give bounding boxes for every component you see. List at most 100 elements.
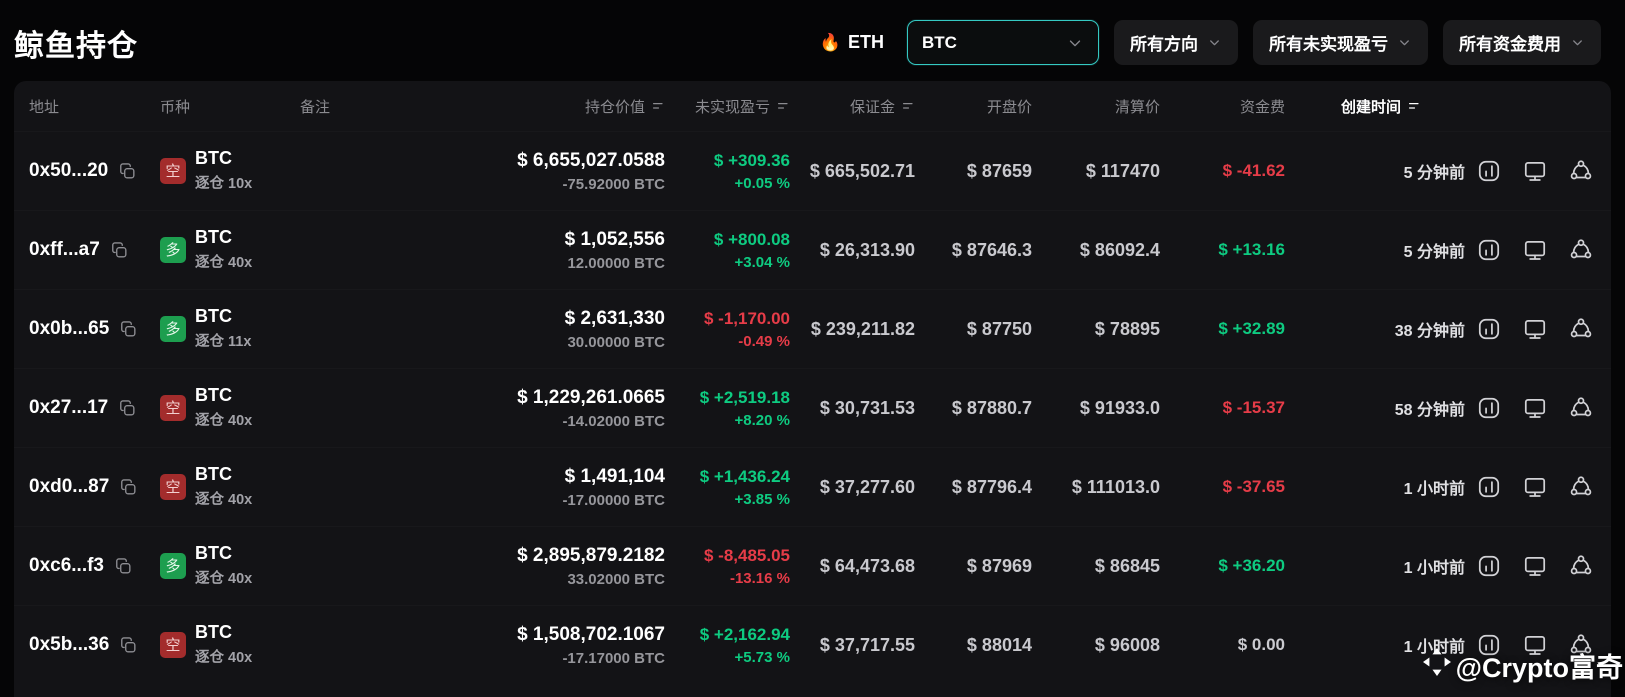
column-header-pnl[interactable]: 未实现盈亏 [665, 96, 790, 117]
open-price: $ 88014 [966, 634, 1032, 655]
unrealized-pnl: $ +2,519.18 [699, 387, 790, 407]
share-network-icon[interactable] [1568, 632, 1594, 658]
monitor-icon[interactable] [1522, 158, 1548, 184]
sort-icon [1408, 102, 1419, 109]
wallet-address[interactable]: 0xd0...87 [29, 476, 109, 498]
wallet-address[interactable]: 0x5b...36 [29, 634, 109, 656]
table-row[interactable]: 0x50...20 空 BTC 逐仓 10x $ 6,655,027.0588 … [14, 131, 1611, 210]
copy-icon[interactable] [118, 162, 137, 181]
copy-icon[interactable] [119, 478, 138, 497]
copy-icon[interactable] [114, 557, 133, 576]
table-row[interactable]: 0xd0...87 空 BTC 逐仓 40x $ 1,491,104 -17.0… [14, 447, 1611, 526]
hot-coin-indicator[interactable]: 🔥 ETH [820, 32, 884, 53]
position-stats-icon[interactable] [1476, 553, 1502, 579]
position-amount: 12.00000 BTC [567, 254, 665, 272]
copy-icon[interactable] [119, 636, 138, 655]
position-side-badge: 多 [160, 236, 186, 263]
sort-icon [652, 102, 663, 109]
funding-filter-button[interactable]: 所有资金费用 [1443, 20, 1601, 65]
monitor-icon[interactable] [1522, 474, 1548, 500]
table-row[interactable]: 0xc6...f3 多 BTC 逐仓 40x $ 2,895,879.2182 … [14, 526, 1611, 605]
position-value: $ 1,052,556 [564, 228, 665, 250]
funding-fee: $ +32.89 [1218, 319, 1285, 338]
liquidation-price: $ 111013.0 [1071, 476, 1160, 497]
copy-icon[interactable] [118, 399, 137, 418]
monitor-icon[interactable] [1522, 632, 1548, 658]
monitor-icon[interactable] [1522, 553, 1548, 579]
table-row[interactable]: 0xff...a7 多 BTC 逐仓 40x $ 1,052,556 12.00… [14, 210, 1611, 289]
monitor-icon[interactable] [1522, 395, 1548, 421]
coin-select[interactable]: BTC [907, 20, 1099, 65]
table-row[interactable]: 0x5b...36 空 BTC 逐仓 40x $ 1,508,702.1067 … [14, 605, 1611, 684]
copy-icon[interactable] [119, 320, 138, 339]
position-side-badge: 多 [160, 552, 186, 579]
unrealized-pnl: $ -8,485.05 [703, 545, 790, 565]
column-header-liq: 清算价 [1114, 98, 1160, 116]
position-value: $ 2,631,330 [564, 307, 665, 329]
position-side-badge: 空 [160, 394, 186, 421]
unrealized-pnl-percent: +3.04 % [734, 253, 790, 271]
coin-name: BTC [195, 622, 232, 643]
direction-filter-button[interactable]: 所有方向 [1114, 20, 1238, 65]
unrealized-pnl: $ +2,162.94 [699, 624, 790, 644]
coin-name: BTC [195, 227, 232, 248]
wallet-address[interactable]: 0x27...17 [29, 397, 108, 419]
column-header-value[interactable]: 持仓价值 [445, 96, 665, 117]
position-side-badge: 空 [160, 631, 186, 658]
funding-fee: $ +36.20 [1218, 556, 1285, 575]
share-network-icon[interactable] [1568, 395, 1594, 421]
pnl-filter-button[interactable]: 所有未实现盈亏 [1253, 20, 1428, 65]
liquidation-price: $ 96008 [1094, 634, 1160, 655]
chevron-down-icon [1570, 35, 1585, 50]
position-side-badge: 空 [160, 473, 186, 500]
share-network-icon[interactable] [1568, 158, 1594, 184]
position-stats-icon[interactable] [1476, 632, 1502, 658]
wallet-address[interactable]: 0xc6...f3 [29, 555, 104, 577]
copy-icon[interactable] [110, 241, 129, 260]
position-stats-icon[interactable] [1476, 316, 1502, 342]
position-value: $ 2,895,879.2182 [517, 544, 665, 566]
direction-filter-label: 所有方向 [1130, 35, 1198, 54]
unrealized-pnl-percent: +5.73 % [734, 648, 790, 666]
share-network-icon[interactable] [1568, 474, 1594, 500]
open-price: $ 87796.4 [951, 476, 1032, 497]
unrealized-pnl-percent: +8.20 % [734, 411, 790, 429]
position-stats-icon[interactable] [1476, 158, 1502, 184]
funding-fee: $ -15.37 [1222, 398, 1285, 417]
table-row[interactable]: 0x0b...65 多 BTC 逐仓 11x $ 2,631,330 30.00… [14, 289, 1611, 368]
margin-mode-leverage: 逐仓 40x [195, 412, 253, 429]
funding-fee: $ -41.62 [1222, 161, 1285, 180]
wallet-address[interactable]: 0x0b...65 [29, 318, 109, 340]
position-amount: -14.02000 BTC [562, 412, 665, 430]
margin-mode-leverage: 逐仓 40x [195, 491, 253, 508]
positions-table: 地址 币种 备注 持仓价值 未实现盈亏 保证金 开盘价 清算价 资金费 创建时间 0x50...2… [14, 81, 1611, 697]
open-price: $ 87750 [966, 318, 1032, 339]
chevron-down-icon [1066, 34, 1084, 52]
unrealized-pnl-percent: -0.49 % [738, 332, 790, 350]
hot-coin-label: ETH [848, 32, 884, 52]
position-amount: 30.00000 BTC [567, 333, 665, 351]
position-value: $ 1,229,261.0665 [517, 386, 665, 408]
unrealized-pnl-percent: +3.85 % [734, 490, 790, 508]
created-time: 1 小时前 [1403, 639, 1465, 656]
funding-fee: $ 0.00 [1237, 635, 1285, 654]
position-stats-icon[interactable] [1476, 474, 1502, 500]
share-network-icon[interactable] [1568, 553, 1594, 579]
table-row[interactable]: 0x27...17 空 BTC 逐仓 40x $ 1,229,261.0665 … [14, 368, 1611, 447]
monitor-icon[interactable] [1522, 237, 1548, 263]
sort-icon [902, 102, 913, 109]
wallet-address[interactable]: 0x50...20 [29, 160, 108, 182]
position-stats-icon[interactable] [1476, 237, 1502, 263]
margin-mode-leverage: 逐仓 40x [195, 254, 253, 271]
column-header-margin[interactable]: 保证金 [790, 96, 915, 117]
wallet-address[interactable]: 0xff...a7 [29, 239, 100, 261]
column-header-time[interactable]: 创建时间 [1285, 96, 1465, 117]
table-body: 0x50...20 空 BTC 逐仓 10x $ 6,655,027.0588 … [14, 131, 1611, 684]
filter-controls: 🔥 ETH BTC 所有方向 所有未实现盈亏 所有资金费用 [820, 20, 1601, 65]
margin-mode-leverage: 逐仓 40x [195, 649, 253, 666]
share-network-icon[interactable] [1568, 237, 1594, 263]
pnl-filter-label: 所有未实现盈亏 [1269, 35, 1388, 54]
position-stats-icon[interactable] [1476, 395, 1502, 421]
share-network-icon[interactable] [1568, 316, 1594, 342]
monitor-icon[interactable] [1522, 316, 1548, 342]
